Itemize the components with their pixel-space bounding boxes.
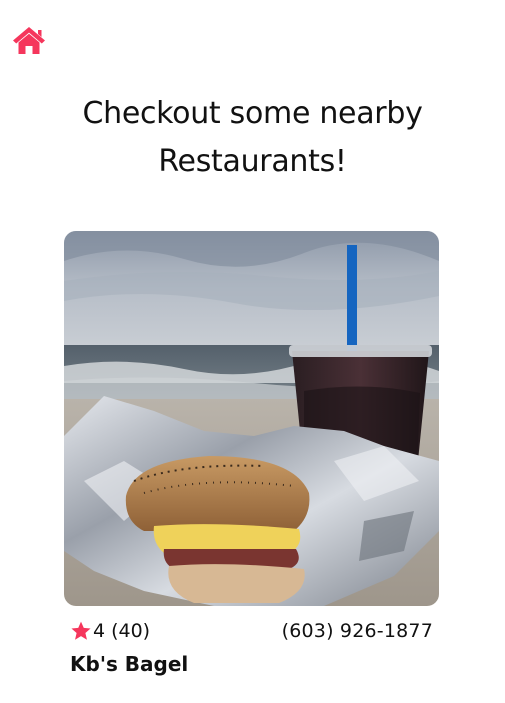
restaurant-photo[interactable] <box>64 231 439 606</box>
page-heading-line2: Restaurants! <box>158 144 347 179</box>
restaurant-meta: 4 (40) (603) 926-1877 <box>70 617 439 645</box>
phone-number[interactable]: (603) 926-1877 <box>282 617 433 645</box>
restaurant-name[interactable]: Kb's Bagel <box>70 649 188 679</box>
review-count: (40) <box>111 620 151 642</box>
page-heading: Checkout some nearby Restaurants! <box>0 90 505 186</box>
home-button[interactable] <box>12 25 46 55</box>
rating: 4 (40) <box>70 617 150 645</box>
page-heading-line1: Checkout some nearby <box>82 96 423 131</box>
restaurant-card[interactable]: 4 (40) (603) 926-1877 Kb's Bagel <box>64 231 439 681</box>
home-icon <box>12 25 46 55</box>
rating-value: 4 <box>93 620 106 642</box>
star-icon <box>70 620 92 642</box>
